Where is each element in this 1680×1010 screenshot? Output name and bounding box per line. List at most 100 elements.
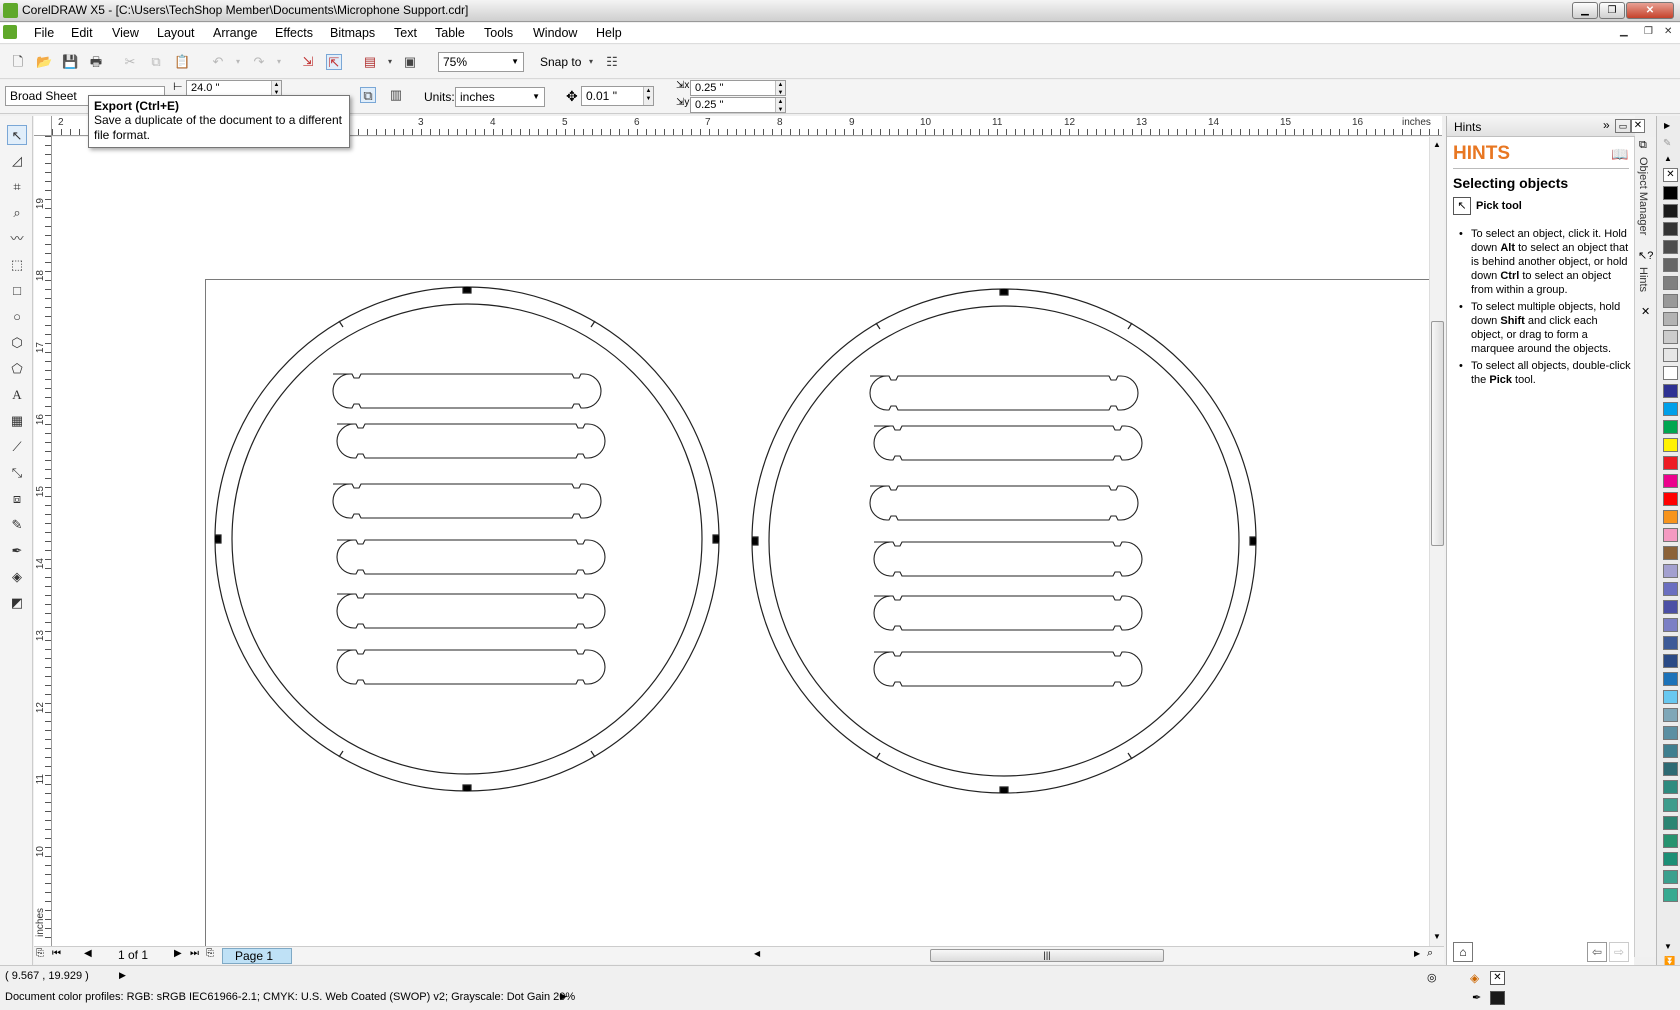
outline-color-swatch[interactable]	[1490, 991, 1505, 1005]
color-swatch[interactable]	[1663, 222, 1678, 236]
palette-scroll-down-icon[interactable]: ▼	[1664, 942, 1672, 951]
palette-scroll-icon[interactable]: ▲	[1664, 154, 1672, 163]
docker-expand-icon[interactable]: »	[1603, 118, 1610, 132]
tab-hints[interactable]: Hints	[1637, 267, 1649, 292]
maximize-button[interactable]: ❐	[1599, 2, 1625, 19]
launcher-dropdown-icon[interactable]: ▾	[382, 54, 398, 70]
last-page-icon[interactable]: ⏭	[190, 948, 199, 959]
color-swatch[interactable]	[1663, 780, 1678, 794]
page-tab[interactable]: Page 1	[222, 948, 292, 964]
next-page-icon[interactable]: ▶	[174, 948, 182, 959]
color-swatch[interactable]	[1663, 798, 1678, 812]
color-swatch[interactable]	[1663, 186, 1678, 200]
page-navigator-icon[interactable]: ⎘	[36, 948, 44, 959]
color-swatch[interactable]	[1663, 816, 1678, 830]
undo-icon[interactable]: ↶	[210, 54, 226, 70]
color-swatch[interactable]	[1663, 636, 1678, 650]
copy-icon[interactable]: ⧉	[148, 54, 164, 70]
close-window-button[interactable]: ✕	[1626, 2, 1674, 19]
color-swatch[interactable]	[1663, 870, 1678, 884]
interactive-blend-tool-icon[interactable]: ⧈	[7, 489, 27, 509]
color-swatch[interactable]	[1663, 348, 1678, 362]
doc-minimize-icon[interactable]: ▁	[1620, 26, 1628, 37]
color-swatch[interactable]	[1663, 258, 1678, 272]
table-tool-icon[interactable]: ▦	[7, 411, 27, 431]
connector-tool-icon[interactable]: ⤡	[7, 463, 27, 483]
color-swatch[interactable]	[1663, 600, 1678, 614]
page-width-spinner[interactable]: ▲ ▼	[271, 81, 281, 96]
status-expand-icon[interactable]: ▶	[119, 970, 126, 981]
save-icon[interactable]: 💾	[62, 54, 78, 70]
outline-pen-tool-icon[interactable]: ✒	[7, 541, 27, 561]
menu-file[interactable]: File	[34, 26, 54, 40]
color-swatch[interactable]	[1663, 888, 1678, 902]
duplicate-x-spinner[interactable]: ▲ ▼	[775, 81, 785, 96]
color-swatch[interactable]	[1663, 312, 1678, 326]
color-swatch[interactable]	[1663, 510, 1678, 524]
vertical-scroll-thumb[interactable]	[1431, 321, 1444, 546]
menu-layout[interactable]: Layout	[157, 26, 195, 40]
print-icon[interactable]: 🖶	[88, 54, 104, 70]
dimension-tool-icon[interactable]: ⟋	[7, 437, 27, 457]
color-swatch[interactable]	[1663, 330, 1678, 344]
color-swatch[interactable]	[1663, 744, 1678, 758]
color-swatch[interactable]	[1663, 528, 1678, 542]
redo-icon[interactable]: ↷	[251, 54, 267, 70]
zoom-tool-icon[interactable]: ⌕	[7, 203, 27, 223]
color-swatch[interactable]	[1663, 708, 1678, 722]
color-swatch[interactable]	[1663, 276, 1678, 290]
color-swatch[interactable]	[1663, 618, 1678, 632]
color-swatch[interactable]	[1663, 438, 1678, 452]
minimize-button[interactable]: ▁	[1572, 2, 1598, 19]
hints-back-icon[interactable]: ⇦	[1587, 942, 1607, 962]
hints-forward-icon[interactable]: ⇨	[1609, 942, 1629, 962]
polygon-tool-icon[interactable]: ⬡	[7, 333, 27, 353]
add-page-icon[interactable]: ⎘	[206, 948, 214, 959]
application-launcher-icon[interactable]: ▤	[362, 54, 378, 70]
welcome-screen-icon[interactable]: ▣	[402, 54, 418, 70]
menu-bitmaps[interactable]: Bitmaps	[330, 26, 375, 40]
color-swatch[interactable]	[1663, 240, 1678, 254]
color-swatch[interactable]	[1663, 654, 1678, 668]
redo-dropdown-icon[interactable]: ▾	[271, 54, 287, 70]
scroll-down-icon[interactable]: ▼	[1433, 932, 1441, 941]
shape-tool-icon[interactable]: ◿	[7, 151, 27, 171]
cut-icon[interactable]: ✂	[122, 54, 138, 70]
nudge-distance-input[interactable]: 0.01 " ▲ ▼	[581, 86, 654, 106]
units-combo[interactable]: inches ▼	[455, 87, 545, 107]
new-document-icon[interactable]: 🗋	[10, 54, 26, 70]
scroll-up-icon[interactable]: ▲	[1433, 140, 1441, 149]
color-swatch[interactable]	[1663, 582, 1678, 596]
color-swatch[interactable]	[1663, 366, 1678, 380]
object-manager-tab-icon[interactable]: ⧉	[1639, 139, 1647, 152]
text-tool-icon[interactable]: A	[7, 385, 27, 405]
color-swatch[interactable]	[1663, 564, 1678, 578]
menu-help[interactable]: Help	[596, 26, 622, 40]
doc-restore-icon[interactable]: ❐	[1644, 26, 1653, 37]
no-color-swatch[interactable]: ✕	[1663, 168, 1678, 182]
color-swatch[interactable]	[1663, 546, 1678, 560]
color-swatch[interactable]	[1663, 384, 1678, 398]
scroll-left-icon[interactable]: ◀	[754, 949, 760, 958]
export-icon[interactable]: ⇱	[326, 54, 342, 70]
color-swatch[interactable]	[1663, 474, 1678, 488]
all-pages-icon[interactable]: ⧉	[360, 87, 376, 103]
color-profiles-info[interactable]: Document color profiles: RGB: sRGB IEC61…	[5, 991, 575, 1003]
coreldraw-app-icon[interactable]	[3, 3, 18, 18]
vertical-ruler[interactable]: 19 18 17 16 15 14 13 12 11 10 inches	[34, 136, 52, 946]
open-icon[interactable]: 📂	[36, 54, 52, 70]
menu-window[interactable]: Window	[533, 26, 577, 40]
color-swatch[interactable]	[1663, 852, 1678, 866]
color-swatch[interactable]	[1663, 492, 1678, 506]
rectangle-tool-icon[interactable]: □	[7, 281, 27, 301]
paste-icon[interactable]: 📋	[174, 54, 190, 70]
color-swatch[interactable]	[1663, 294, 1678, 308]
docker-minimize-icon[interactable]: ▭	[1615, 119, 1631, 133]
color-swatch[interactable]	[1663, 834, 1678, 848]
menu-table[interactable]: Table	[435, 26, 465, 40]
color-swatch[interactable]	[1663, 204, 1678, 218]
menu-arrange[interactable]: Arrange	[213, 26, 257, 40]
duplicate-distance-x-input[interactable]: 0.25 " ▲ ▼	[690, 80, 786, 96]
menu-effects[interactable]: Effects	[275, 26, 313, 40]
undo-dropdown-icon[interactable]: ▾	[230, 54, 246, 70]
